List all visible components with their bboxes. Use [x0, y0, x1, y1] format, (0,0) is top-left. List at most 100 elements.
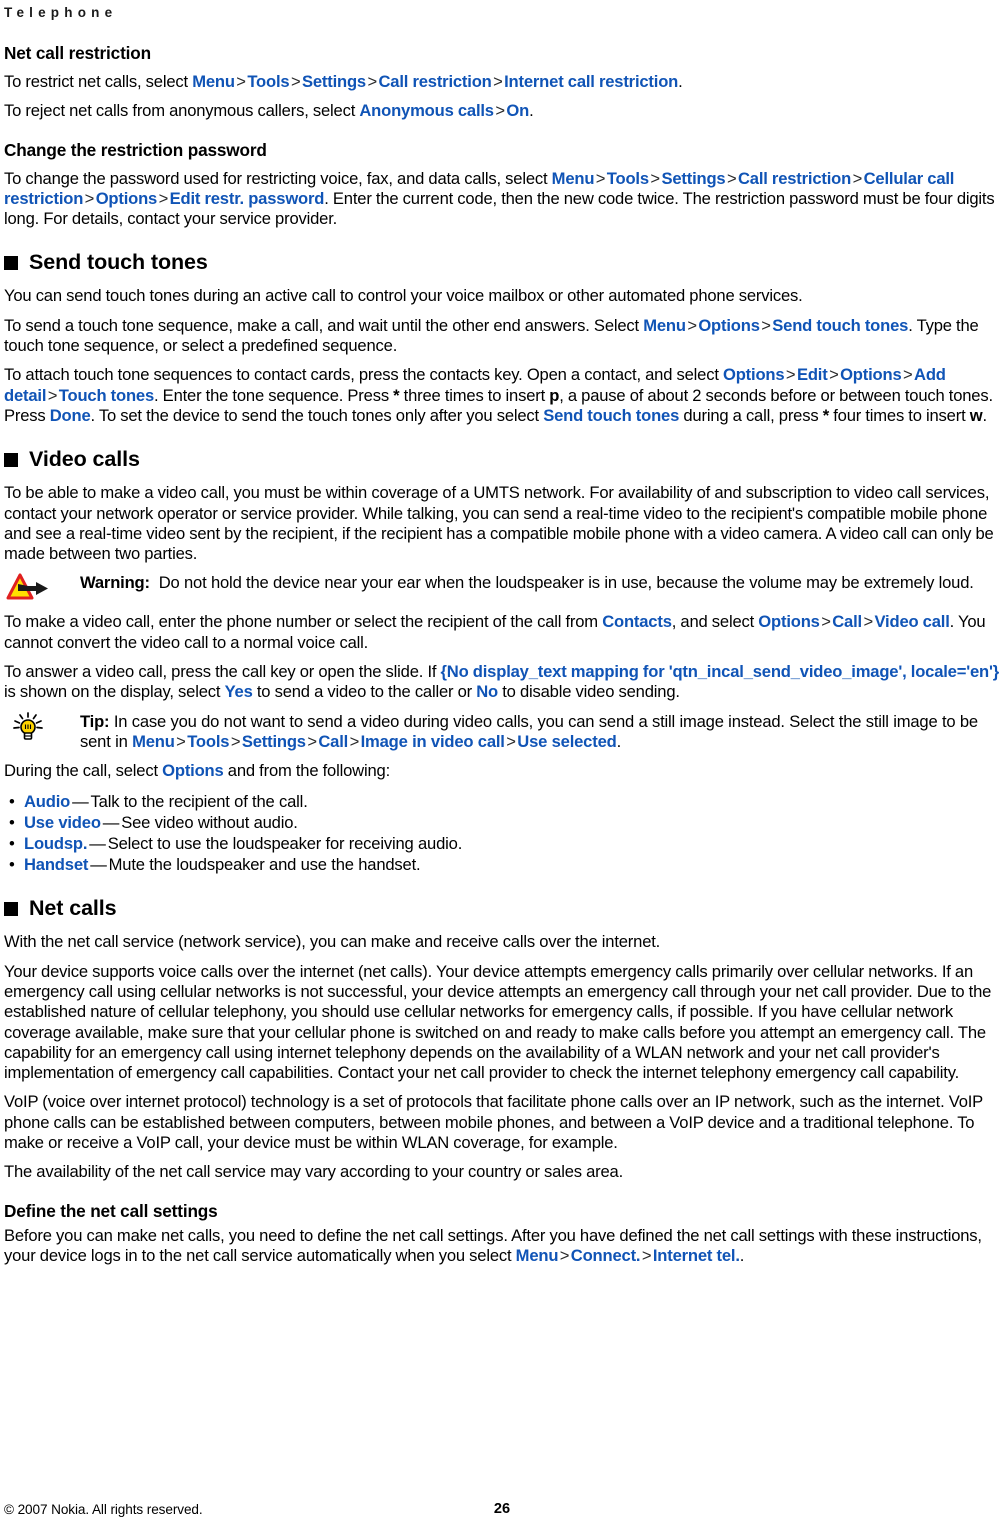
- ui-term-contacts[interactable]: Contacts: [602, 612, 672, 631]
- ui-term-options[interactable]: Options: [723, 365, 785, 384]
- path-separator: >: [495, 101, 505, 121]
- paragraph-make-video-call: To make a video call, enter the phone nu…: [4, 612, 1000, 653]
- text-s2: is shown on the display, select: [4, 682, 225, 702]
- text-s3: three times to insert: [399, 385, 550, 405]
- ui-term-menu[interactable]: Menu: [552, 169, 595, 188]
- ui-term-options[interactable]: Options: [698, 316, 760, 335]
- dash-glyph: —: [90, 855, 107, 875]
- text-s6: during a call, press: [679, 405, 823, 425]
- page-footer: © 2007 Nokia. All rights reserved. 26: [4, 1501, 1000, 1521]
- warning-note: Warning: Do not hold the device near you…: [4, 573, 1000, 603]
- warning-body: Do not hold the device near your ear whe…: [158, 573, 974, 593]
- text-s1: During the call, select: [4, 761, 163, 781]
- ui-term-internet-call-restriction[interactable]: Internet call restriction: [504, 72, 678, 91]
- running-header: Telephone: [4, 5, 118, 20]
- dash-glyph: —: [72, 791, 89, 811]
- ui-term-use-selected[interactable]: Use selected: [517, 732, 616, 751]
- paragraph-net-call-service: With the net call service (network servi…: [4, 932, 661, 952]
- ui-term-audio[interactable]: Audio: [24, 792, 70, 811]
- option-description: Mute the loudspeaker and use the handset…: [108, 855, 421, 875]
- ui-term-settings[interactable]: Settings: [302, 72, 366, 91]
- section-square-icon: [4, 453, 18, 468]
- option-description: Select to use the loudspeaker for receiv…: [107, 833, 463, 853]
- heading-text: Video calls: [29, 447, 140, 472]
- ui-term-connect[interactable]: Connect.: [571, 1246, 641, 1265]
- ui-term-yes[interactable]: Yes: [225, 682, 253, 701]
- page-number: 26: [493, 1501, 511, 1517]
- ui-term-tools[interactable]: Tools: [247, 72, 289, 91]
- ui-term-menu[interactable]: Menu: [643, 316, 686, 335]
- path-separator: >: [47, 385, 58, 405]
- path-separator: >: [903, 365, 913, 385]
- ui-term-edit[interactable]: Edit: [797, 365, 828, 384]
- warning-text: Warning: Do not hold the device near you…: [80, 573, 974, 592]
- ui-term-tools[interactable]: Tools: [607, 169, 649, 188]
- text-lead: To send a touch tone sequence, make a ca…: [4, 315, 644, 335]
- text-s4: to disable video sending.: [498, 682, 680, 702]
- ui-term-done[interactable]: Done: [50, 406, 91, 425]
- text-s2: and from the following:: [223, 761, 391, 781]
- text-s3: to send a video to the caller or: [252, 682, 477, 702]
- ui-term-call[interactable]: Call: [832, 612, 862, 631]
- paragraph-answer-video-call: To answer a video call, press the call k…: [4, 662, 1000, 703]
- warning-label: Warning:: [80, 573, 150, 593]
- path-separator: >: [595, 168, 606, 188]
- ui-term-loudsp[interactable]: Loudsp.: [24, 834, 87, 853]
- heading-define-net-call-settings: Define the net call settings: [4, 1200, 218, 1221]
- heading-send-touch-tones: Send touch tones: [4, 250, 1000, 274]
- ui-term-menu[interactable]: Menu: [192, 72, 235, 91]
- ui-term-options[interactable]: Options: [758, 612, 820, 631]
- ui-term-missing-display-text[interactable]: {No display_text mapping for 'qtn_incal_…: [441, 662, 1000, 681]
- ui-term-options-2[interactable]: Options: [840, 365, 902, 384]
- path-separator: >: [761, 315, 771, 335]
- path-separator: >: [821, 612, 831, 632]
- text-s1: To answer a video call, press the call k…: [4, 662, 441, 682]
- ui-term-call[interactable]: Call: [318, 732, 348, 751]
- ui-term-menu[interactable]: Menu: [516, 1246, 559, 1265]
- path-separator: >: [236, 72, 246, 91]
- paragraph-define-settings: Before you can make net calls, you need …: [4, 1226, 1000, 1267]
- ui-term-no[interactable]: No: [476, 682, 498, 701]
- text-s7: four times to insert: [828, 405, 970, 425]
- ui-term-image-in-video-call[interactable]: Image in video call: [361, 732, 505, 751]
- video-call-options-list: • Audio — Talk to the recipient of the call…: [4, 791, 1000, 876]
- heading-net-call-restriction: Net call restriction: [4, 43, 151, 63]
- path-separator: >: [852, 168, 863, 188]
- list-item: • Audio — Talk to the recipient of the call…: [4, 791, 1000, 812]
- ui-term-touch-tones[interactable]: Touch tones: [59, 386, 154, 405]
- ui-term-edit-restr-password[interactable]: Edit restr. password: [170, 189, 325, 208]
- text-tail: .: [529, 101, 534, 121]
- text-s8: .: [982, 405, 987, 425]
- ui-term-options[interactable]: Options: [162, 761, 224, 780]
- ui-term-anonymous-calls[interactable]: Anonymous calls: [359, 101, 494, 120]
- ui-term-send-touch-tones[interactable]: Send touch tones: [772, 316, 908, 335]
- ui-term-send-touch-tones-2[interactable]: Send touch tones: [543, 406, 679, 425]
- heading-change-restriction-password: Change the restriction password: [4, 139, 267, 160]
- path-separator: >: [829, 365, 839, 385]
- ui-term-settings[interactable]: Settings: [661, 169, 725, 188]
- ui-term-internet-tel[interactable]: Internet tel.: [653, 1246, 740, 1265]
- list-item: • Loudsp. — Select to use the loudspeaker f…: [4, 833, 1000, 854]
- ui-term-handset[interactable]: Handset: [24, 855, 88, 874]
- path-separator: >: [349, 731, 360, 751]
- path-separator: >: [230, 731, 241, 751]
- ui-term-call-restriction[interactable]: Call restriction: [738, 169, 851, 188]
- ui-term-tools[interactable]: Tools: [187, 732, 229, 751]
- text-s2: .: [739, 1245, 745, 1265]
- paragraph-send-tone-sequence: To send a touch tone sequence, make a ca…: [4, 316, 1000, 357]
- paragraph-availability: The availability of the net call service…: [4, 1162, 624, 1182]
- ui-term-video-call[interactable]: Video call: [874, 612, 949, 631]
- bullet-glyph: •: [9, 833, 15, 853]
- bullet-glyph: •: [9, 855, 15, 875]
- option-description: See video without audio.: [121, 812, 298, 832]
- ui-term-menu[interactable]: Menu: [132, 732, 175, 751]
- ui-term-call-restriction[interactable]: Call restriction: [379, 72, 492, 91]
- ui-term-on[interactable]: On: [506, 101, 529, 120]
- path-separator: >: [158, 188, 169, 208]
- path-separator: >: [785, 365, 796, 385]
- ui-term-use-video[interactable]: Use video: [24, 813, 101, 832]
- ui-term-options[interactable]: Options: [96, 189, 158, 208]
- ui-term-settings[interactable]: Settings: [242, 732, 306, 751]
- path-separator: >: [650, 168, 660, 188]
- path-separator: >: [493, 72, 503, 91]
